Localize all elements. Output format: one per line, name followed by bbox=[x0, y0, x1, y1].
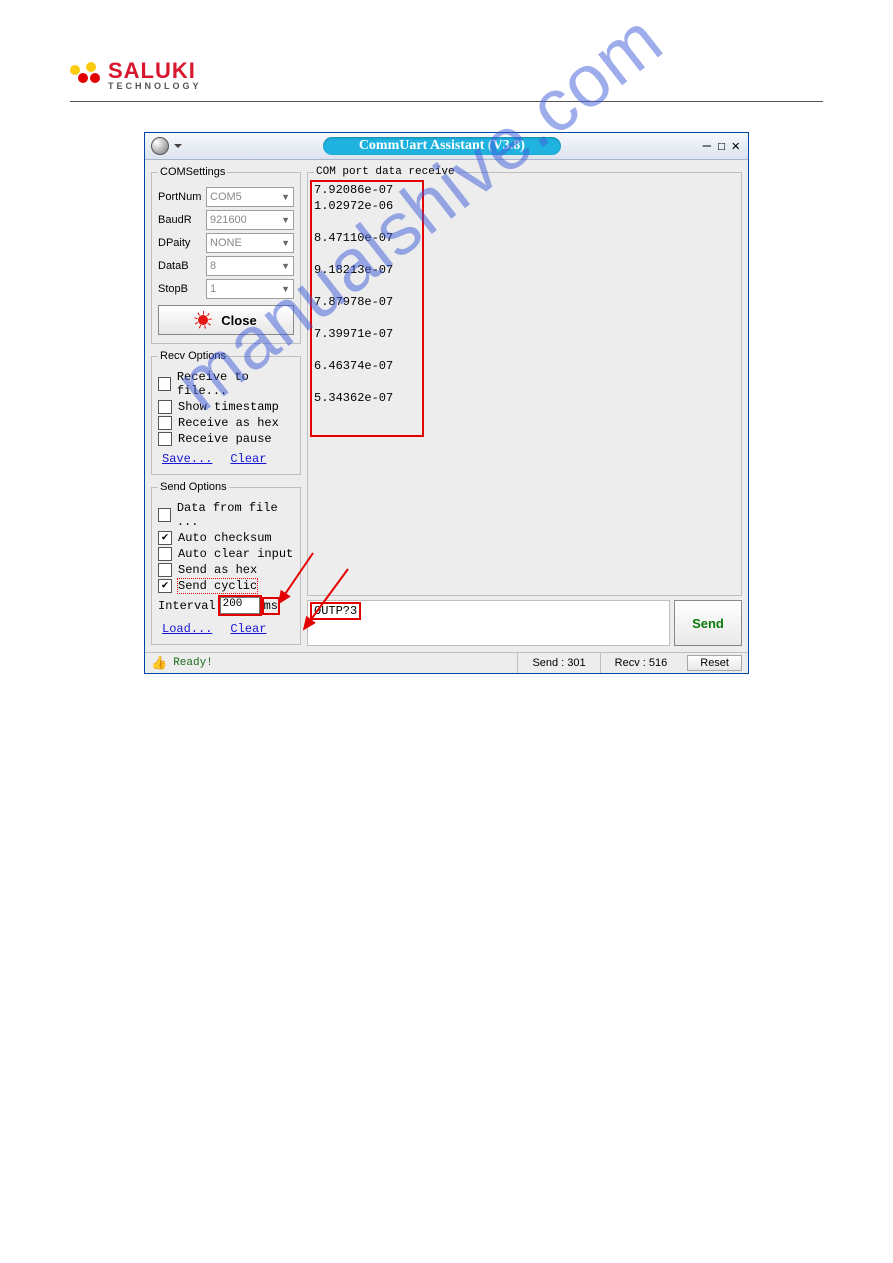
send-input[interactable]: OUTP?3 bbox=[307, 600, 670, 646]
receive-line: 5.34362e-07 bbox=[314, 390, 735, 406]
send-load-link[interactable]: Load... bbox=[162, 622, 212, 636]
brand-name-text: SALUKI bbox=[108, 58, 196, 83]
data-from-file-label: Data from file ... bbox=[177, 501, 294, 529]
status-send-count: Send : 301 bbox=[517, 653, 599, 673]
brand-tagline: TECHNOLOGY bbox=[108, 82, 202, 91]
receive-pause-checkbox[interactable] bbox=[158, 432, 172, 446]
stopb-label: StopB bbox=[158, 283, 202, 295]
portnum-label: PortNum bbox=[158, 191, 202, 203]
close-window-button[interactable]: ✕ bbox=[732, 138, 740, 154]
statusbar: 👍 Ready! Send : 301 Recv : 516 Reset bbox=[145, 652, 748, 673]
auto-checksum-label: Auto checksum bbox=[178, 531, 272, 545]
chevron-down-icon: ▼ bbox=[281, 192, 290, 202]
send-button[interactable]: Send bbox=[674, 600, 742, 646]
send-as-hex-checkbox[interactable] bbox=[158, 563, 172, 577]
send-clear-link[interactable]: Clear bbox=[230, 622, 266, 636]
data-from-file-checkbox[interactable] bbox=[158, 508, 171, 522]
auto-clear-input-checkbox[interactable] bbox=[158, 547, 172, 561]
brand-name: SALUKI TECHNOLOGY bbox=[108, 60, 202, 91]
recv-save-link[interactable]: Save... bbox=[162, 452, 212, 466]
status-recv-count: Recv : 516 bbox=[600, 653, 682, 673]
portnum-select[interactable]: COM5▼ bbox=[206, 187, 294, 207]
interval-unit: ms bbox=[264, 599, 278, 613]
maximize-button[interactable]: ☐ bbox=[717, 138, 725, 154]
send-as-hex-label: Send as hex bbox=[178, 563, 257, 577]
send-options-legend: Send Options bbox=[158, 481, 229, 493]
baudr-select[interactable]: 921600▼ bbox=[206, 210, 294, 230]
chevron-down-icon: ▼ bbox=[281, 215, 290, 225]
receive-as-hex-label: Receive as hex bbox=[178, 416, 279, 430]
dparity-label: DPaity bbox=[158, 237, 202, 249]
auto-clear-input-label: Auto clear input bbox=[178, 547, 293, 561]
receive-to-file-checkbox[interactable] bbox=[158, 377, 171, 391]
interval-label: Interval bbox=[158, 599, 216, 613]
receive-line bbox=[314, 342, 735, 358]
auto-checksum-checkbox[interactable]: ✔ bbox=[158, 531, 172, 545]
receive-line: 6.46374e-07 bbox=[314, 358, 735, 374]
baudr-label: BaudR bbox=[158, 214, 202, 226]
brand-header: SALUKI TECHNOLOGY bbox=[70, 60, 823, 91]
dparity-select[interactable]: NONE▼ bbox=[206, 233, 294, 253]
show-timestamp-checkbox[interactable] bbox=[158, 400, 172, 414]
titlebar-dropdown-icon[interactable] bbox=[173, 141, 183, 151]
send-options-group: Send Options Data from file ... ✔ Auto ch… bbox=[151, 481, 301, 645]
receive-line bbox=[314, 374, 735, 390]
chevron-down-icon: ▼ bbox=[281, 238, 290, 248]
send-input-value: OUTP?3 bbox=[312, 604, 359, 618]
recv-clear-link[interactable]: Clear bbox=[230, 452, 266, 466]
receive-line: 7.39971e-07 bbox=[314, 326, 735, 342]
status-ready: Ready! bbox=[173, 657, 213, 669]
interval-input[interactable]: 200 bbox=[220, 597, 260, 614]
reset-button[interactable]: Reset bbox=[687, 655, 742, 671]
receive-line bbox=[314, 310, 735, 326]
minimize-button[interactable]: – bbox=[703, 138, 711, 154]
receive-pause-label: Receive pause bbox=[178, 432, 272, 446]
app-icon bbox=[151, 137, 169, 155]
brand-logo bbox=[70, 61, 100, 91]
send-cyclic-label: Send cyclic bbox=[178, 579, 257, 593]
receive-as-hex-checkbox[interactable] bbox=[158, 416, 172, 430]
status-icon: 👍 bbox=[151, 656, 167, 671]
send-cyclic-checkbox[interactable]: ✔ bbox=[158, 579, 172, 593]
header-divider bbox=[70, 101, 823, 102]
comsettings-legend: COMSettings bbox=[158, 166, 227, 178]
datab-label: DataB bbox=[158, 260, 202, 272]
